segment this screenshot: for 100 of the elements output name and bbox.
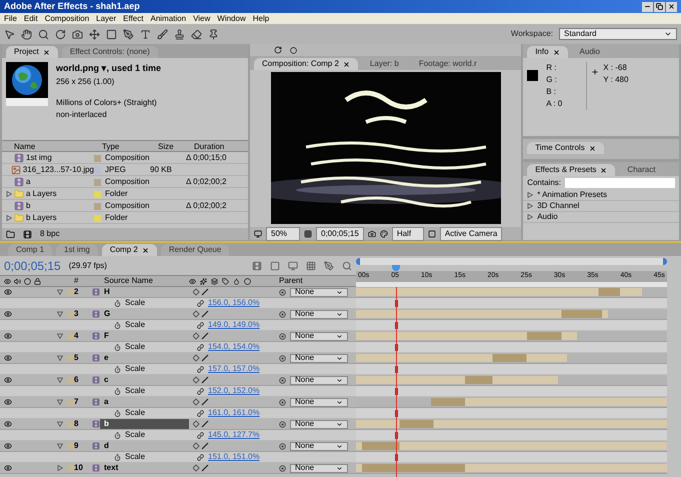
stopwatch-icon[interactable] <box>114 388 121 394</box>
monitor-icon[interactable] <box>288 260 298 270</box>
parent-dropdown[interactable]: None <box>290 442 348 450</box>
pin-icon[interactable] <box>208 28 219 40</box>
panel-tab[interactable]: Info <box>527 46 568 58</box>
bit-depth-button[interactable]: 8 bpc <box>40 228 60 240</box>
link-icon[interactable] <box>197 366 204 372</box>
expand-icon[interactable] <box>6 191 12 197</box>
menu-item[interactable]: Window <box>217 12 246 24</box>
project-item[interactable]: a Composition Δ 0;02;00;2 <box>2 176 248 188</box>
link-icon[interactable] <box>197 432 204 438</box>
eye-icon[interactable] <box>4 398 12 406</box>
project-item[interactable]: 316_123...57-10.jpg JPEG 90 KB <box>2 164 248 176</box>
pointer-icon[interactable] <box>4 28 15 40</box>
column-header[interactable]: Type <box>102 141 158 153</box>
rotate-icon[interactable] <box>274 46 282 54</box>
parent-dropdown[interactable]: None <box>290 420 348 428</box>
camera-dropdown[interactable]: Active Camera <box>440 226 502 240</box>
parent-dropdown[interactable]: None <box>290 376 348 384</box>
link-icon[interactable] <box>197 454 204 460</box>
property-value[interactable]: 151.0, 151.0% <box>208 451 260 463</box>
hand-icon[interactable] <box>21 28 32 40</box>
eye-icon[interactable] <box>4 354 12 362</box>
link-icon[interactable] <box>197 322 204 328</box>
close-icon[interactable] <box>588 144 596 152</box>
menu-item[interactable]: File <box>4 12 17 24</box>
panel-tab[interactable]: Effect Controls: (none) <box>62 46 158 58</box>
menu-item[interactable]: Edit <box>24 12 38 24</box>
parent-dropdown[interactable]: None <box>290 332 348 340</box>
parent-dropdown[interactable]: None <box>290 398 348 406</box>
project-item[interactable]: 1st img Composition Δ 0;00;15;0 <box>2 152 248 164</box>
switches-icon[interactable] <box>193 420 209 428</box>
panel-tab[interactable]: Time Controls <box>527 142 604 154</box>
panel-tab[interactable]: Comp 2 <box>102 244 157 256</box>
expand-icon[interactable] <box>527 203 534 209</box>
menu-item[interactable]: Help <box>252 12 270 24</box>
switches-icon[interactable] <box>193 332 209 340</box>
link-icon[interactable] <box>197 388 204 394</box>
minimize-button[interactable] <box>642 2 653 12</box>
project-item[interactable]: a Layers Folder <box>2 188 248 200</box>
column-header[interactable]: Name <box>14 141 102 153</box>
link-icon[interactable] <box>197 300 204 306</box>
switches-icon[interactable] <box>193 442 209 450</box>
droplet-icon[interactable] <box>233 278 240 284</box>
expand-icon[interactable] <box>6 215 12 221</box>
grid-icon[interactable] <box>306 260 316 270</box>
expand-icon[interactable] <box>57 355 63 361</box>
stamp-icon[interactable] <box>174 28 185 40</box>
circle-icon[interactable] <box>244 278 251 284</box>
stopwatch-icon[interactable] <box>114 344 121 350</box>
maximize-button[interactable] <box>654 2 665 12</box>
layer-name[interactable]: d <box>100 441 189 451</box>
stopwatch-icon[interactable] <box>114 366 121 372</box>
link-icon[interactable] <box>197 410 204 416</box>
layer-name[interactable]: a <box>100 397 189 407</box>
column-header[interactable]: Source Name <box>104 275 189 287</box>
rectangle-icon[interactable] <box>106 28 117 40</box>
eye-icon[interactable] <box>4 288 12 296</box>
stopwatch-icon[interactable] <box>114 432 121 438</box>
brush-icon[interactable] <box>157 28 168 40</box>
move-icon[interactable] <box>89 28 100 40</box>
eye-icon[interactable] <box>4 278 11 284</box>
effects-tree-item[interactable]: 3D Channel <box>537 200 580 212</box>
tag-icon[interactable] <box>222 278 229 284</box>
eraser-icon[interactable] <box>191 28 202 40</box>
pen-icon[interactable] <box>324 260 334 270</box>
palette-icon[interactable] <box>380 230 388 238</box>
switches-icon[interactable] <box>193 376 209 384</box>
panel-tab[interactable]: Comp 1 <box>8 244 52 256</box>
stopwatch-icon[interactable] <box>114 410 121 416</box>
link-icon[interactable] <box>197 344 204 350</box>
composition-icon[interactable] <box>252 260 262 270</box>
column-header[interactable]: # <box>74 275 104 287</box>
property-value[interactable]: 156.0, 156.0% <box>208 297 260 309</box>
stopwatch-icon[interactable] <box>114 454 121 460</box>
grid-icon[interactable] <box>304 230 312 238</box>
expand-icon[interactable] <box>527 192 534 198</box>
menu-item[interactable]: Effect <box>123 12 144 24</box>
property-value[interactable]: 149.0, 149.0% <box>208 319 260 331</box>
column-header[interactable]: Duration <box>194 141 248 153</box>
region-icon[interactable] <box>428 230 436 238</box>
layer-name[interactable]: text <box>100 463 189 473</box>
lock-icon[interactable] <box>34 278 41 284</box>
panel-tab[interactable]: Project <box>6 46 58 58</box>
property-value[interactable]: 154.0, 154.0% <box>208 341 260 353</box>
playhead-handle[interactable] <box>392 265 400 271</box>
layers-icon[interactable] <box>211 278 218 284</box>
search-icon[interactable] <box>342 260 352 270</box>
eye-icon[interactable] <box>4 464 12 472</box>
close-icon[interactable] <box>42 48 50 56</box>
switches-icon[interactable] <box>193 288 209 296</box>
switches-icon[interactable] <box>193 464 209 472</box>
timecode-button[interactable]: 0;00;05;15 <box>316 226 364 240</box>
expand-icon[interactable] <box>57 333 63 339</box>
audio-icon[interactable] <box>14 278 21 284</box>
eye-icon[interactable] <box>4 310 12 318</box>
column-header[interactable]: Size <box>158 141 194 153</box>
parent-dropdown[interactable]: None <box>290 288 348 296</box>
column-header[interactable]: Parent <box>279 275 303 287</box>
expand-icon[interactable] <box>57 311 63 317</box>
